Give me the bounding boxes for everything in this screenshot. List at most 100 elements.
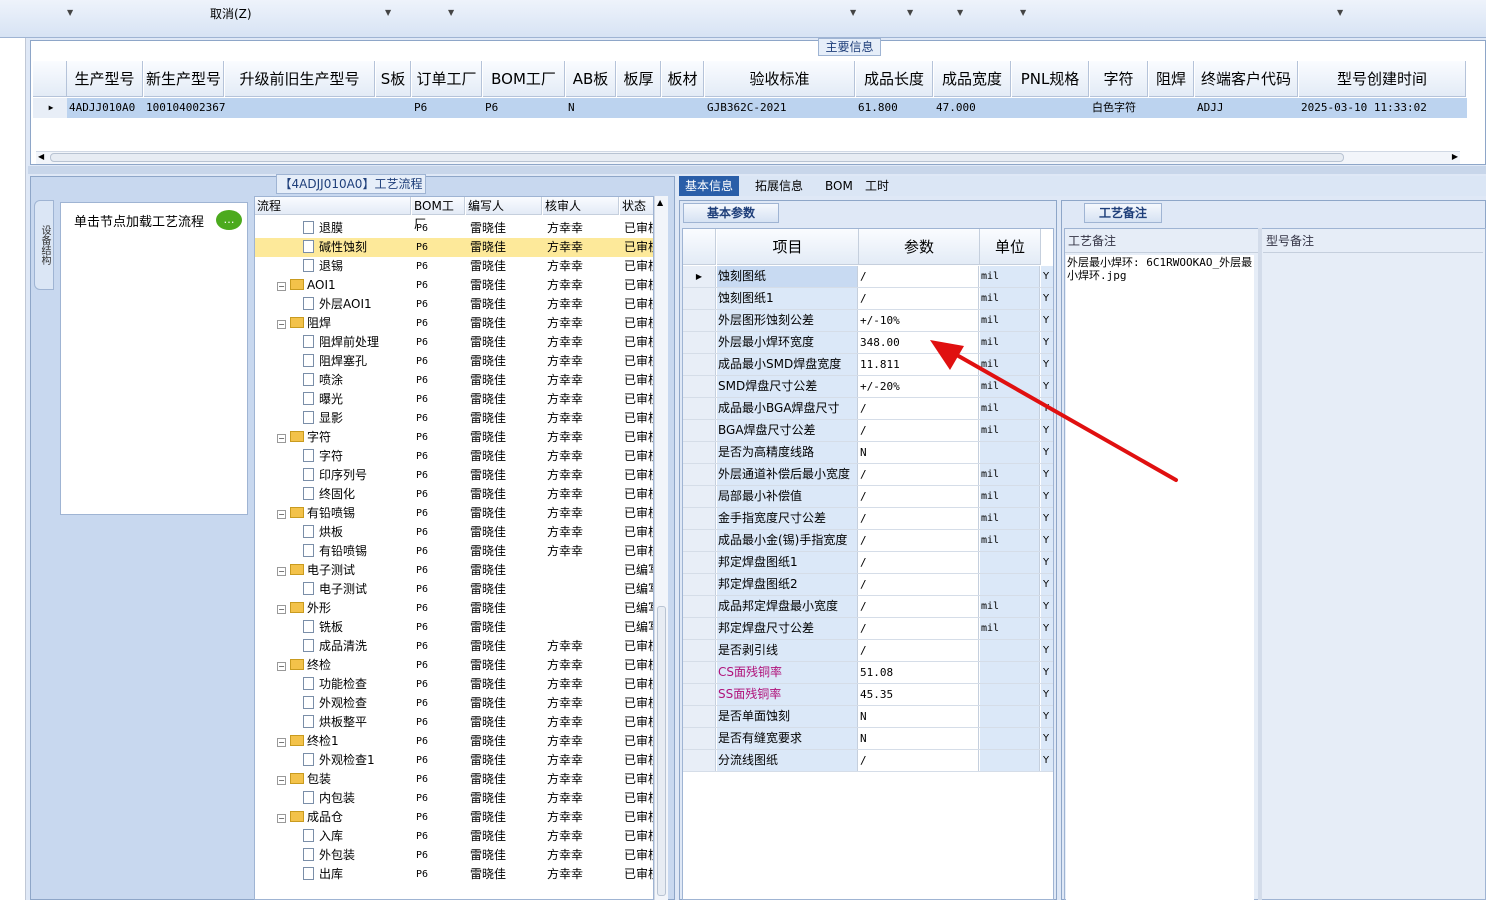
param-row[interactable]: 分流线图纸 / Y: [683, 750, 1053, 772]
tab-work-hours[interactable]: 工时: [859, 176, 895, 196]
param-value[interactable]: /: [859, 574, 979, 595]
tree-node[interactable]: 字符: [303, 447, 411, 466]
collapse-icon[interactable]: −: [277, 510, 286, 519]
param-value[interactable]: /: [859, 420, 979, 441]
tree-node[interactable]: − 外形: [277, 599, 411, 618]
table-cell[interactable]: 白色字符: [1090, 98, 1149, 118]
column-header[interactable]: S板: [376, 61, 411, 97]
table-cell[interactable]: [662, 98, 705, 118]
param-value[interactable]: /: [859, 750, 979, 771]
tree-node[interactable]: 电子测试: [303, 580, 411, 599]
param-row[interactable]: 外层通道补偿后最小宽度 / mil Y: [683, 464, 1053, 486]
tree-node[interactable]: 碱性蚀刻: [303, 238, 411, 257]
column-header[interactable]: 订单工厂: [412, 61, 482, 97]
column-header[interactable]: 成品长度: [856, 61, 933, 97]
param-row[interactable]: 邦定焊盘图纸1/ Y: [683, 552, 1053, 574]
tree-row[interactable]: 外观检查1 P6 雷晓佳 方幸幸 已审核: [255, 751, 653, 770]
tree-row[interactable]: − 外形 P6 雷晓佳 已编写: [255, 599, 653, 618]
param-value[interactable]: /: [859, 552, 979, 573]
tree-row[interactable]: 碱性蚀刻 P6 雷晓佳 方幸幸 已审核: [255, 238, 653, 257]
tree-node[interactable]: 阻焊塞孔: [303, 352, 411, 371]
tree-node[interactable]: − 终检1: [277, 732, 411, 751]
tree-vertical-scrollbar[interactable]: ▲: [654, 196, 668, 900]
param-row[interactable]: 是否剥引线 / Y: [683, 640, 1053, 662]
tree-node[interactable]: − 阻焊: [277, 314, 411, 333]
tree-node[interactable]: 成品清洗: [303, 637, 411, 656]
param-value[interactable]: /: [859, 640, 979, 661]
basic-params-title[interactable]: 基本参数: [683, 203, 779, 223]
tree-row[interactable]: 有铅喷锡 P6 雷晓佳 方幸幸 已审核: [255, 542, 653, 561]
tree-row[interactable]: 字符 P6 雷晓佳 方幸幸 已审核: [255, 447, 653, 466]
table-cell[interactable]: [1012, 98, 1090, 118]
param-column-header[interactable]: 单位: [980, 229, 1041, 265]
scrollbar-thumb[interactable]: [657, 606, 666, 896]
column-header[interactable]: 终端客户代码: [1195, 61, 1298, 97]
param-row[interactable]: CS面残铜率 51.08 Y: [683, 662, 1053, 684]
tree-node[interactable]: 外包装: [303, 846, 411, 865]
column-header[interactable]: PNL规格: [1012, 61, 1089, 97]
column-header[interactable]: 型号创建时间: [1299, 61, 1466, 97]
table-cell[interactable]: P6: [412, 98, 483, 118]
tree-node[interactable]: − 电子测试: [277, 561, 411, 580]
param-value[interactable]: /: [859, 596, 979, 617]
param-row[interactable]: 邦定焊盘图纸2/ Y: [683, 574, 1053, 596]
tree-node[interactable]: 铣板: [303, 618, 411, 637]
table-cell[interactable]: [1149, 98, 1195, 118]
scroll-right-icon[interactable]: ▶: [1452, 152, 1458, 161]
tree-row[interactable]: 退锡 P6 雷晓佳 方幸幸 已审核: [255, 257, 653, 276]
table-cell[interactable]: P6: [483, 98, 566, 118]
param-value[interactable]: /: [859, 464, 979, 485]
side-tab-device-structure[interactable]: 设备结构: [34, 200, 54, 290]
table-cell[interactable]: 47.000: [934, 98, 1012, 118]
tree-node[interactable]: − AOI1: [277, 276, 411, 295]
tree-row[interactable]: 外观检查 P6 雷晓佳 方幸幸 已审核: [255, 694, 653, 713]
table-cell[interactable]: [225, 98, 376, 118]
tree-row[interactable]: 外层AOI1 P6 雷晓佳 方幸幸 已审核: [255, 295, 653, 314]
tree-row[interactable]: 成品清洗 P6 雷晓佳 方幸幸 已审核: [255, 637, 653, 656]
scroll-up-icon[interactable]: ▲: [657, 198, 663, 207]
tree-node[interactable]: 曝光: [303, 390, 411, 409]
table-cell[interactable]: N: [566, 98, 617, 118]
tree-row[interactable]: 退膜 P6 雷晓佳 方幸幸 已审核: [255, 219, 653, 238]
tree-row[interactable]: 出库 P6 雷晓佳 方幸幸 已审核: [255, 865, 653, 884]
tree-column-header[interactable]: 状态: [620, 197, 653, 215]
tab-bom[interactable]: BOM: [819, 176, 859, 196]
scroll-left-icon[interactable]: ◀: [38, 152, 44, 161]
param-row[interactable]: 成品邦定焊盘最小宽度 / mil Y: [683, 596, 1053, 618]
param-row[interactable]: 是否为高精度线路 N Y: [683, 442, 1053, 464]
tree-node[interactable]: 烘板整平: [303, 713, 411, 732]
param-value[interactable]: /: [859, 398, 979, 419]
table-cell[interactable]: ADJJ: [1195, 98, 1299, 118]
cancel-menu-item[interactable]: 取消(Z): [210, 5, 252, 22]
tree-row[interactable]: 烘板整平 P6 雷晓佳 方幸幸 已审核: [255, 713, 653, 732]
collapse-icon[interactable]: −: [277, 567, 286, 576]
param-value[interactable]: N: [859, 442, 979, 463]
column-header[interactable]: 板材: [662, 61, 704, 97]
tree-column-header[interactable]: 核审人: [543, 197, 619, 215]
dropdown-arrow-icon[interactable]: ▼: [1020, 8, 1026, 17]
tree-node[interactable]: − 字符: [277, 428, 411, 447]
param-value[interactable]: 348.00: [859, 332, 979, 353]
tree-row[interactable]: − AOI1 P6 雷晓佳 方幸幸 已审核: [255, 276, 653, 295]
param-row[interactable]: 金手指宽度尺寸公差 / mil Y: [683, 508, 1053, 530]
dropdown-arrow-icon[interactable]: ▼: [448, 8, 454, 17]
param-row[interactable]: ▶ 蚀刻图纸 / mil Y: [683, 266, 1053, 288]
collapse-icon[interactable]: −: [277, 320, 286, 329]
tree-row[interactable]: 阻焊塞孔 P6 雷晓佳 方幸幸 已审核: [255, 352, 653, 371]
table-cell[interactable]: GJB362C-2021: [705, 98, 856, 118]
tree-row[interactable]: 铣板 P6 雷晓佳 已编写: [255, 618, 653, 637]
dropdown-arrow-icon[interactable]: ▼: [385, 8, 391, 17]
column-header[interactable]: 验收标准: [705, 61, 855, 97]
collapse-icon[interactable]: −: [277, 282, 286, 291]
param-row[interactable]: 是否有缝宽要求 N Y: [683, 728, 1053, 750]
tree-row[interactable]: 曝光 P6 雷晓佳 方幸幸 已审核: [255, 390, 653, 409]
param-column-header[interactable]: 项目: [717, 229, 859, 265]
column-header[interactable]: 升级前旧生产型号: [225, 61, 375, 97]
tree-row[interactable]: 入库 P6 雷晓佳 方幸幸 已审核: [255, 827, 653, 846]
tree-node[interactable]: 印序列号: [303, 466, 411, 485]
param-value[interactable]: N: [859, 706, 979, 727]
tree-column-header[interactable]: BOM工厂: [412, 197, 465, 231]
tree-node[interactable]: 入库: [303, 827, 411, 846]
column-header[interactable]: 板厚: [617, 61, 661, 97]
param-value[interactable]: N: [859, 728, 979, 749]
